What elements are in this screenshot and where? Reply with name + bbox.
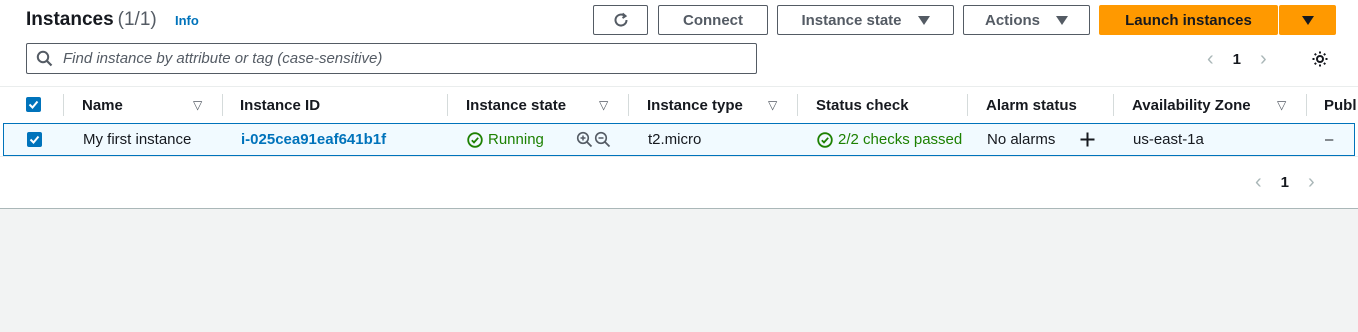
caret-down-icon [1301, 15, 1314, 25]
column-header-alarm-status[interactable]: Alarm status [986, 87, 1077, 123]
column-header-instance-state[interactable]: Instance state [466, 87, 566, 123]
cell-alarm-status: No alarms [987, 131, 1056, 148]
table-header: Name ▽ Instance ID Instance state ▽ Inst… [0, 86, 1358, 123]
connect-label: Connect [683, 11, 743, 29]
column-header-availability-zone[interactable]: Availability Zone [1132, 87, 1251, 123]
column-header-instance-id[interactable]: Instance ID [240, 87, 320, 123]
connect-button[interactable]: Connect [658, 5, 768, 35]
column-divider [628, 94, 629, 116]
chevron-right-icon[interactable]: › [1260, 49, 1267, 69]
row-checkbox[interactable] [27, 132, 42, 147]
launch-label: Launch instances [1125, 11, 1252, 29]
info-link[interactable]: Info [175, 13, 199, 28]
content-background [0, 208, 1358, 332]
search-bar[interactable] [26, 43, 757, 74]
refresh-icon [614, 12, 628, 27]
sort-icon[interactable]: ▽ [768, 98, 777, 112]
instance-state-button[interactable]: Instance state [777, 5, 954, 35]
sort-icon[interactable]: ▽ [599, 98, 608, 112]
instances-panel: Instances (1/1) Info Connect Instance sta… [0, 0, 1358, 208]
top-pagination: ‹ 1 › [1207, 49, 1267, 69]
column-divider [1113, 94, 1114, 116]
actions-button[interactable]: Actions [963, 5, 1090, 35]
check-circle-icon [467, 131, 483, 148]
instance-id-link[interactable]: i-025cea91eaf641b1f [241, 124, 386, 155]
column-divider [63, 94, 64, 116]
chevron-left-icon[interactable]: ‹ [1207, 49, 1214, 69]
page-number[interactable]: 1 [1233, 51, 1241, 68]
select-all-checkbox[interactable] [26, 97, 41, 112]
search-icon [36, 50, 53, 67]
cell-availability-zone: us-east-1a [1133, 131, 1204, 148]
column-divider [1306, 94, 1307, 116]
column-header-status-check[interactable]: Status check [816, 87, 909, 123]
refresh-button[interactable] [593, 5, 648, 35]
cell-instance-state: Running [467, 124, 544, 155]
table-row[interactable]: My first instance i-025cea91eaf641b1f Ru… [3, 123, 1355, 156]
cell-instance-type: t2.micro [648, 131, 702, 148]
table-bottom-border [0, 156, 1358, 157]
column-header-name[interactable]: Name [82, 87, 123, 123]
column-header-instance-type[interactable]: Instance type [647, 87, 743, 123]
column-divider [797, 94, 798, 116]
cell-public: – [1325, 131, 1334, 148]
chevron-left-icon[interactable]: ‹ [1255, 172, 1262, 192]
cell-status-check: 2/2 checks passed [817, 124, 969, 155]
column-divider [967, 94, 968, 116]
check-icon [28, 100, 39, 109]
column-divider [447, 94, 448, 116]
state-label: Running [488, 131, 544, 148]
column-divider [222, 94, 223, 116]
instance-count: (1/1) [117, 9, 157, 30]
check-circle-icon [817, 131, 833, 148]
sort-icon[interactable]: ▽ [193, 98, 202, 112]
zoom-in-icon[interactable] [576, 131, 593, 148]
bottom-pagination: ‹ 1 › [1255, 172, 1315, 192]
status-check-label: 2/2 checks passed [838, 131, 963, 148]
title-text: Instances [26, 9, 114, 30]
caret-down-icon [917, 15, 930, 25]
caret-down-icon [1056, 15, 1068, 25]
page-title: Instances (1/1) [26, 6, 157, 34]
gear-icon[interactable] [1310, 49, 1330, 69]
instance-state-label: Instance state [801, 11, 902, 29]
chevron-right-icon[interactable]: › [1308, 172, 1315, 192]
actions-label: Actions [984, 11, 1040, 29]
cell-name: My first instance [83, 131, 192, 148]
plus-icon[interactable] [1079, 131, 1096, 148]
column-header-public[interactable]: Publ [1324, 87, 1357, 123]
zoom-out-icon[interactable] [594, 131, 611, 148]
check-icon [29, 135, 40, 144]
search-input[interactable] [61, 49, 756, 68]
page-number[interactable]: 1 [1281, 174, 1289, 191]
launch-instances-button[interactable]: Launch instances [1099, 5, 1278, 35]
sort-icon[interactable]: ▽ [1277, 98, 1286, 112]
launch-dropdown-button[interactable] [1279, 5, 1336, 35]
